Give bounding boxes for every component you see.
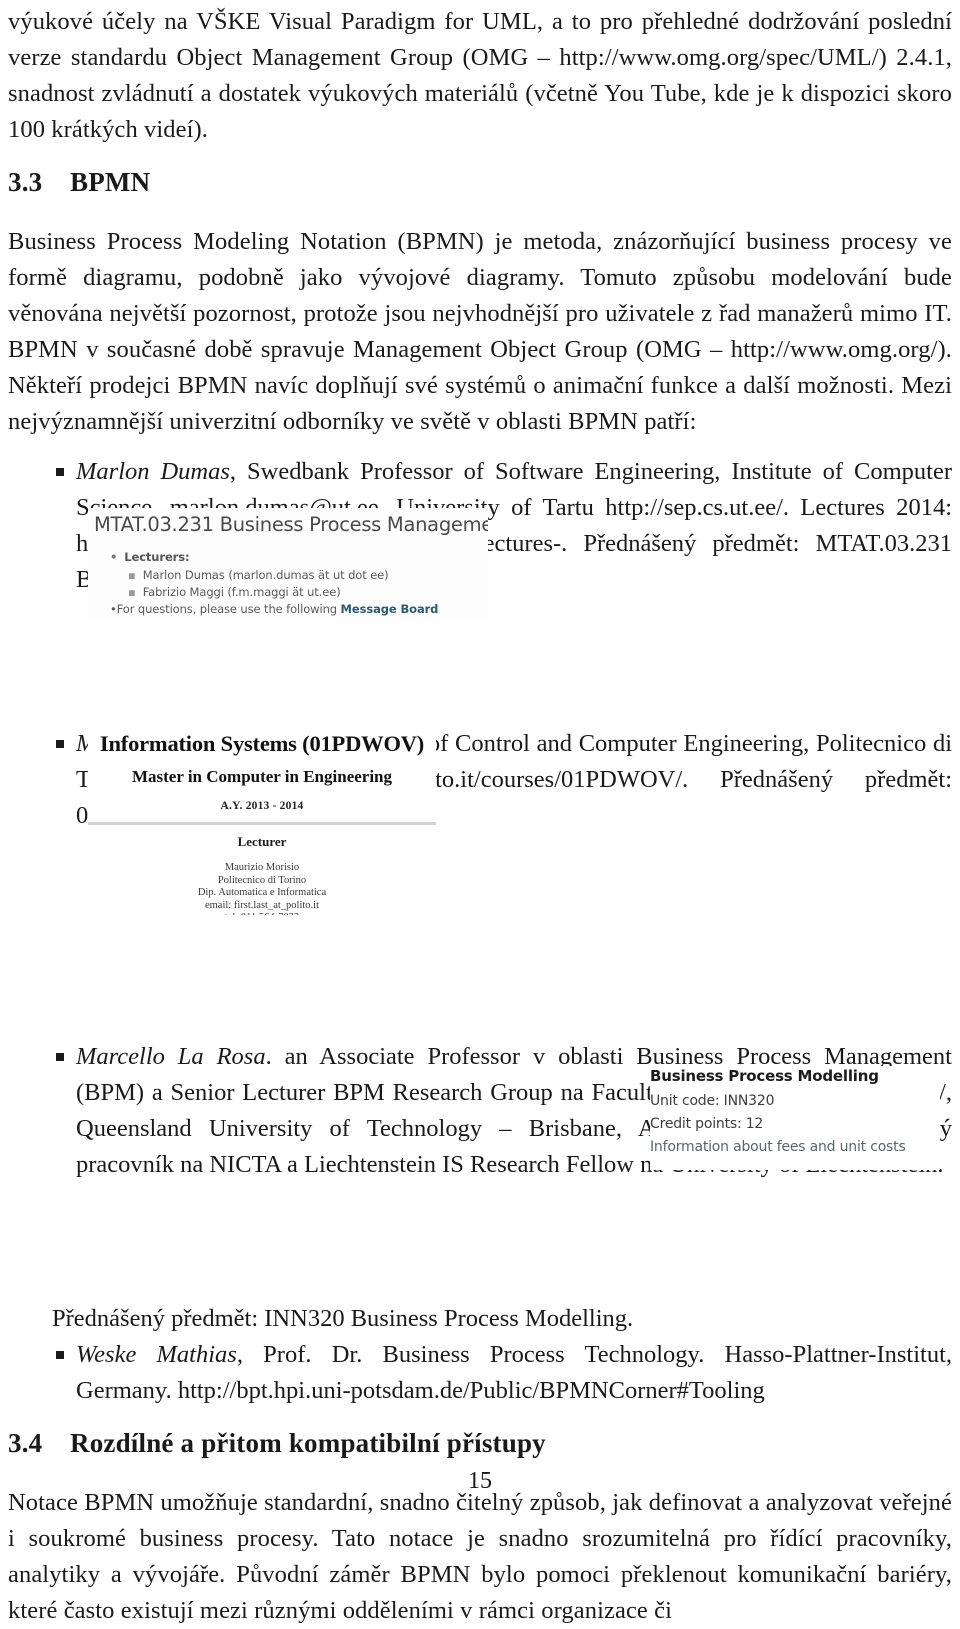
- figure-slot-inn320: [8, 1183, 952, 1301]
- section-3-4-paragraph: Notace BPMN umožňuje standardní, snadno …: [8, 1489, 952, 1624]
- figure-inn320-unit-page: Business Process Modelling Unit code: IN…: [650, 1066, 940, 1170]
- list-item: Weske Mathias, Prof. Dr. Business Proces…: [8, 1337, 952, 1409]
- bullet-dot-icon: •: [110, 550, 118, 564]
- expert-name: Marlon Dumas: [76, 458, 230, 485]
- figure-pdwov-lecturer-line: email: first.last_at_polito.it: [204, 899, 320, 911]
- figure-mtat-lecturer-1: ▪ Marlon Dumas (marlon.dumas ät ut dot ee…: [128, 568, 389, 582]
- horizontal-divider: [88, 822, 436, 825]
- heading-3-3: 3.3 BPMN: [8, 162, 952, 202]
- figure-pdwov-subtitle: Master in Computer in Engineering: [131, 767, 393, 786]
- bullet-square-icon: ▪: [128, 585, 136, 599]
- bullet-dot-icon: •: [110, 602, 117, 616]
- figure-mtat-lecturers-label: • Lecturers:: [110, 550, 190, 564]
- page-number: 15: [468, 1468, 492, 1494]
- heading-3-3-number: 3.3: [8, 167, 43, 197]
- figure-pdwov-lecturer-label: Lecturer: [237, 834, 287, 849]
- expert-name: Weske Mathias: [76, 1341, 237, 1368]
- heading-3-3-title: BPMN: [70, 167, 151, 197]
- inn320-subject-line: Přednášený předmět: INN320 Business Proc…: [52, 1305, 634, 1332]
- square-bullet-icon: [56, 468, 64, 476]
- figure-pdwov-lecturer-line: tel: 011 564-7033: [88, 912, 436, 915]
- figure-pdwov-lecturer-line: Dip. Automatica e Informatica: [197, 887, 327, 898]
- figure-mtat-lecturers-text: Lecturers:: [124, 550, 190, 564]
- square-bullet-icon: [56, 1351, 64, 1359]
- figure-mtat-questions-text: For questions, please use the following: [116, 602, 341, 616]
- expert-name: Marcello La Rosa: [76, 1043, 266, 1070]
- figure-pdwov-lecturer-line: Politecnico di Torino: [217, 874, 307, 886]
- figure-pdwov-lecturer-block: Maurizio Morisio Politecnico di Torino D…: [88, 862, 436, 915]
- intro-paragraph: výukové účely na VŠKE Visual Paradigm fo…: [8, 8, 952, 143]
- heading-3-4: 3.4 Rozdílné a přitom kompatibilní přístu…: [8, 1423, 952, 1463]
- figure-mtat-course-page: MTAT.03.231 Business Process Management …: [88, 508, 488, 620]
- figure-inn320-fees-link[interactable]: Information about fees and unit costs: [650, 1139, 906, 1155]
- bullet-square-icon: ▪: [128, 568, 136, 582]
- figure-pdwov-title: Information Systems (01PDWOV): [99, 731, 425, 756]
- figure-pdwov-academic-year: A.Y. 2013 - 2014: [220, 800, 304, 812]
- figure-pdwov-lecturer-line: Maurizio Morisio: [224, 862, 300, 873]
- message-board-link[interactable]: Message Board: [341, 602, 439, 616]
- figure-inn320-credit-points: Credit points: 12: [650, 1116, 764, 1132]
- figure-pdwov-course-page: Information Systems (01PDWOV) Master in …: [88, 727, 436, 915]
- heading-3-4-number: 3.4: [8, 1428, 43, 1458]
- document-page: výukové účely na VŠKE Visual Paradigm fo…: [0, 0, 960, 1624]
- figure-mtat-title: MTAT.03.231 Business Process Management: [94, 513, 488, 536]
- figure-inn320-title: Business Process Modelling: [650, 1067, 879, 1085]
- heading-3-4-title: Rozdílné a přitom kompatibilní přístupy: [70, 1428, 546, 1458]
- square-bullet-icon: [56, 740, 64, 748]
- figure-mtat-lecturer-2-text: Fabrizio Maggi (f.m.maggi ät ut.ee): [142, 585, 341, 599]
- figure-mtat-lecturer-2: ▪ Fabrizio Maggi (f.m.maggi ät ut.ee): [128, 585, 341, 599]
- figure-mtat-questions-line: •For questions, please use the following…: [110, 602, 438, 616]
- square-bullet-icon: [56, 1053, 64, 1061]
- figure-mtat-lecturer-1-text: Marlon Dumas (marlon.dumas ät ut dot ee): [142, 568, 389, 582]
- section-3-3-paragraph: Business Process Modeling Notation (BPMN…: [8, 228, 952, 435]
- figure-inn320-unit-code: Unit code: INN320: [650, 1093, 775, 1109]
